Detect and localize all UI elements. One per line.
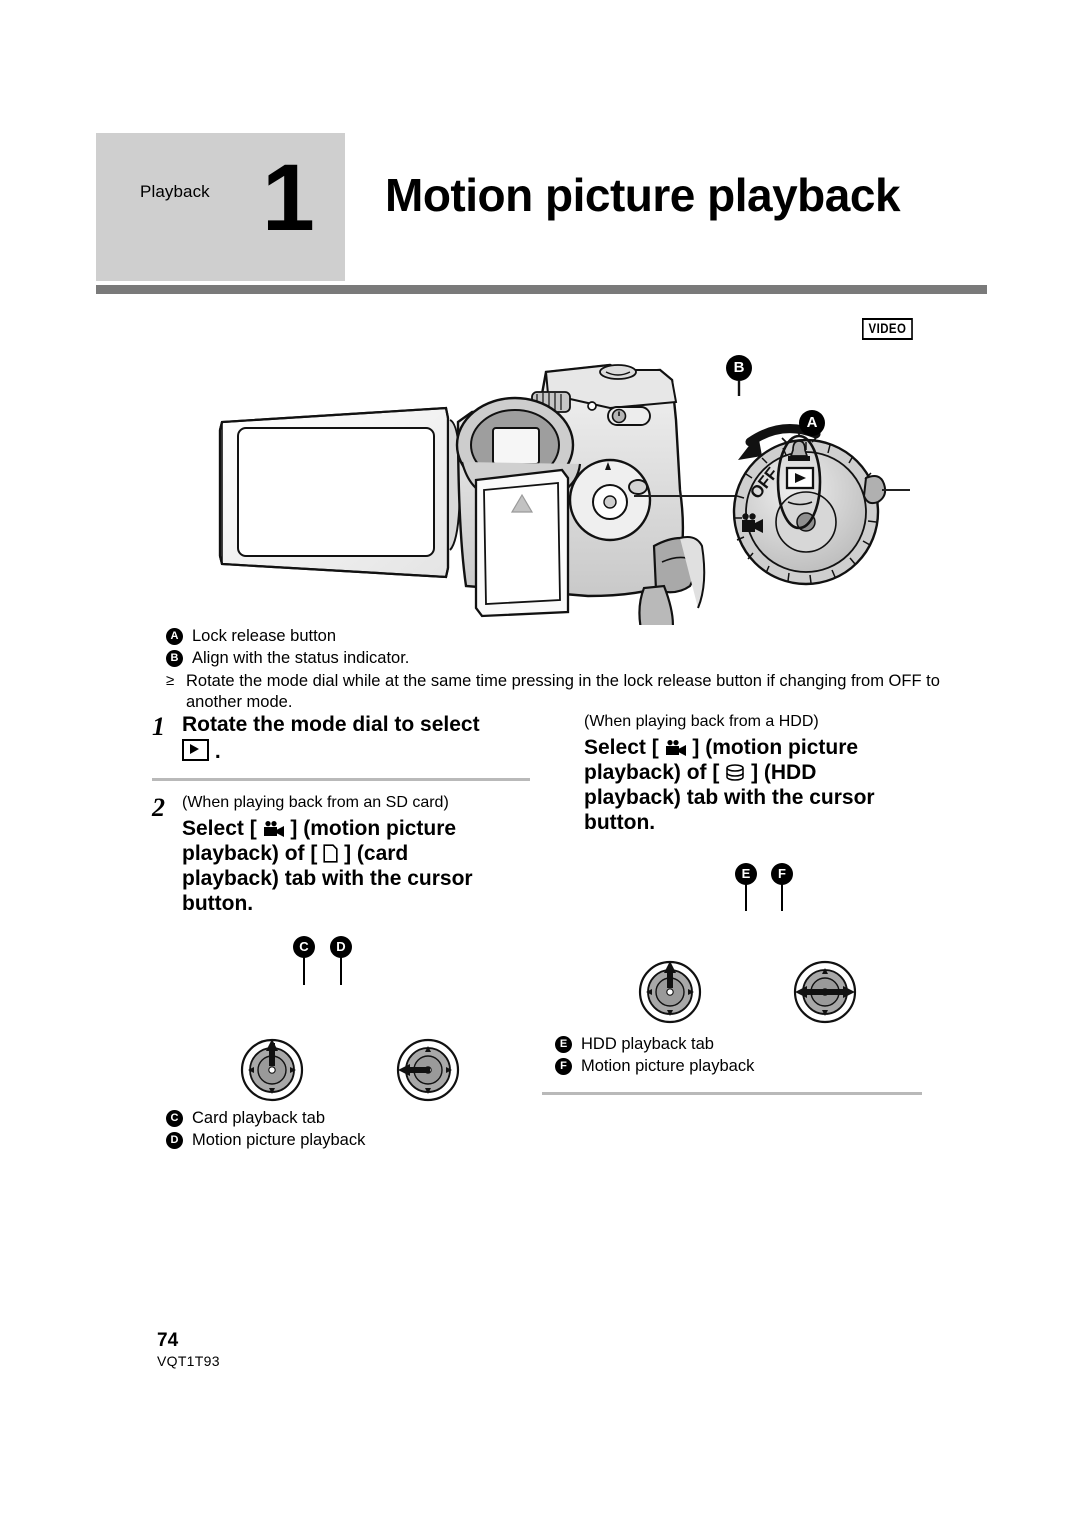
page-title: Motion picture playback [385, 169, 901, 221]
cursor-button-up-svg [240, 1038, 304, 1102]
header-step-number: 1 [262, 145, 315, 251]
step-1-text: Rotate the mode dial to select [182, 713, 480, 736]
play-icon [182, 739, 209, 761]
card-icon [323, 844, 338, 863]
step-2-line2b: ] (card [344, 842, 409, 865]
cursor-button-up [638, 960, 702, 1029]
caption-text-e: HDD playback tab [581, 1035, 714, 1053]
document-code: VQT1T93 [157, 1353, 220, 1369]
legend-badge-b: B [166, 650, 183, 667]
step-2-line3: playback) tab with the cursor [182, 867, 473, 890]
video-badge: VIDEO [862, 318, 913, 340]
right-note: (When playing back from a HDD) [584, 713, 819, 730]
callout-a: A [799, 410, 825, 436]
camcorder-illustration: OFF B A [210, 350, 920, 644]
marker-line-d [340, 957, 342, 985]
hdd-icon [726, 764, 744, 781]
camcorder-svg: OFF [218, 363, 920, 644]
page-number: 74 [157, 1330, 179, 1351]
cursor-button-up [240, 1038, 304, 1107]
step-2-line2a: playback) of [ [182, 842, 318, 865]
manual-page: Playback 1 Motion picture playback VIDEO [0, 0, 1080, 1526]
dial-play-icon [785, 466, 815, 490]
header-section-label: Playback [140, 182, 210, 201]
lcd-monitor [218, 406, 450, 579]
step-2-line1a: Select [ [182, 817, 257, 840]
caption-item: F Motion picture playback [555, 1056, 945, 1077]
step-2-number: 2 [152, 793, 165, 822]
caption-item: E HDD playback tab [555, 1034, 945, 1055]
right-bottom-divider [542, 1092, 922, 1095]
legend-item: A Lock release button [166, 626, 956, 647]
caption-badge-d: D [166, 1132, 183, 1149]
right-line4: button. [584, 811, 656, 834]
marker-line-e [745, 884, 747, 911]
marker-line-f [781, 884, 783, 911]
left-captions: C Card playback tab D Motion picture pla… [166, 1108, 536, 1152]
right-line1a: Select [ [584, 736, 659, 759]
marker-c: C [293, 936, 315, 958]
step-1-number: 1 [152, 712, 165, 741]
legend-text-a: Lock release button [192, 627, 337, 645]
legend-bullet-item: ≥ Rotate the mode dial while at the same… [166, 671, 956, 713]
marker-d: D [330, 936, 352, 958]
cursor-button-up-svg-right [638, 960, 702, 1024]
left-column: 1 Rotate the mode dial to select . 2 (Wh… [152, 712, 537, 916]
right-captions: E HDD playback tab F Motion picture play… [555, 1034, 945, 1078]
marker-line-c [303, 957, 305, 985]
battery-pack [474, 468, 570, 618]
right-line1b: ] (motion picture [692, 736, 859, 759]
power-switch [607, 406, 651, 426]
cursor-button-left-right [793, 960, 857, 1029]
camcorder-icon [263, 821, 284, 837]
step-2-note: (When playing back from an SD card) [182, 794, 449, 811]
bullet-marker: ≥ [166, 672, 175, 689]
callout-b: B [726, 355, 752, 381]
step-2-line4: button. [182, 892, 254, 915]
camcorder-icon [665, 740, 686, 756]
right-line3: playback) tab with the cursor [584, 786, 875, 809]
cursor-button-left-svg [396, 1038, 460, 1102]
legend-bullet-text: Rotate the mode dial while at the same t… [186, 672, 940, 711]
caption-badge-c: C [166, 1110, 183, 1127]
legend-badge-a: A [166, 628, 183, 645]
right-line2a: playback) of [ [584, 761, 720, 784]
legend-item: B Align with the status indicator. [166, 648, 956, 669]
marker-f: F [771, 863, 793, 885]
caption-badge-e: E [555, 1036, 572, 1053]
legend-text-b: Align with the status indicator. [192, 649, 410, 667]
caption-text-d: Motion picture playback [192, 1131, 366, 1149]
step-2: 2 (When playing back from an SD card) Se… [152, 793, 537, 916]
mode-dial-on-body [568, 458, 652, 542]
legend-list: A Lock release button B Align with the s… [166, 626, 956, 714]
step-divider [152, 778, 530, 781]
caption-badge-f: F [555, 1058, 572, 1075]
mode-dial-detail: OFF [732, 424, 920, 586]
header-divider [96, 285, 987, 294]
step-1: 1 Rotate the mode dial to select . [152, 712, 537, 764]
camcorder-body [455, 363, 706, 644]
caption-text-f: Motion picture playback [581, 1057, 755, 1075]
caption-text-c: Card playback tab [192, 1109, 325, 1127]
caption-item: D Motion picture playback [166, 1130, 536, 1151]
cursor-button-left-right-svg [793, 960, 857, 1024]
right-column: (When playing back from a HDD) Select [ … [540, 712, 960, 835]
right-line2b: ] (HDD [751, 761, 817, 784]
caption-item: C Card playback tab [166, 1108, 536, 1129]
step-2-line1b: ] (motion picture [290, 817, 457, 840]
cursor-button-left [396, 1038, 460, 1107]
step-1-period: . [214, 740, 221, 763]
marker-e: E [735, 863, 757, 885]
